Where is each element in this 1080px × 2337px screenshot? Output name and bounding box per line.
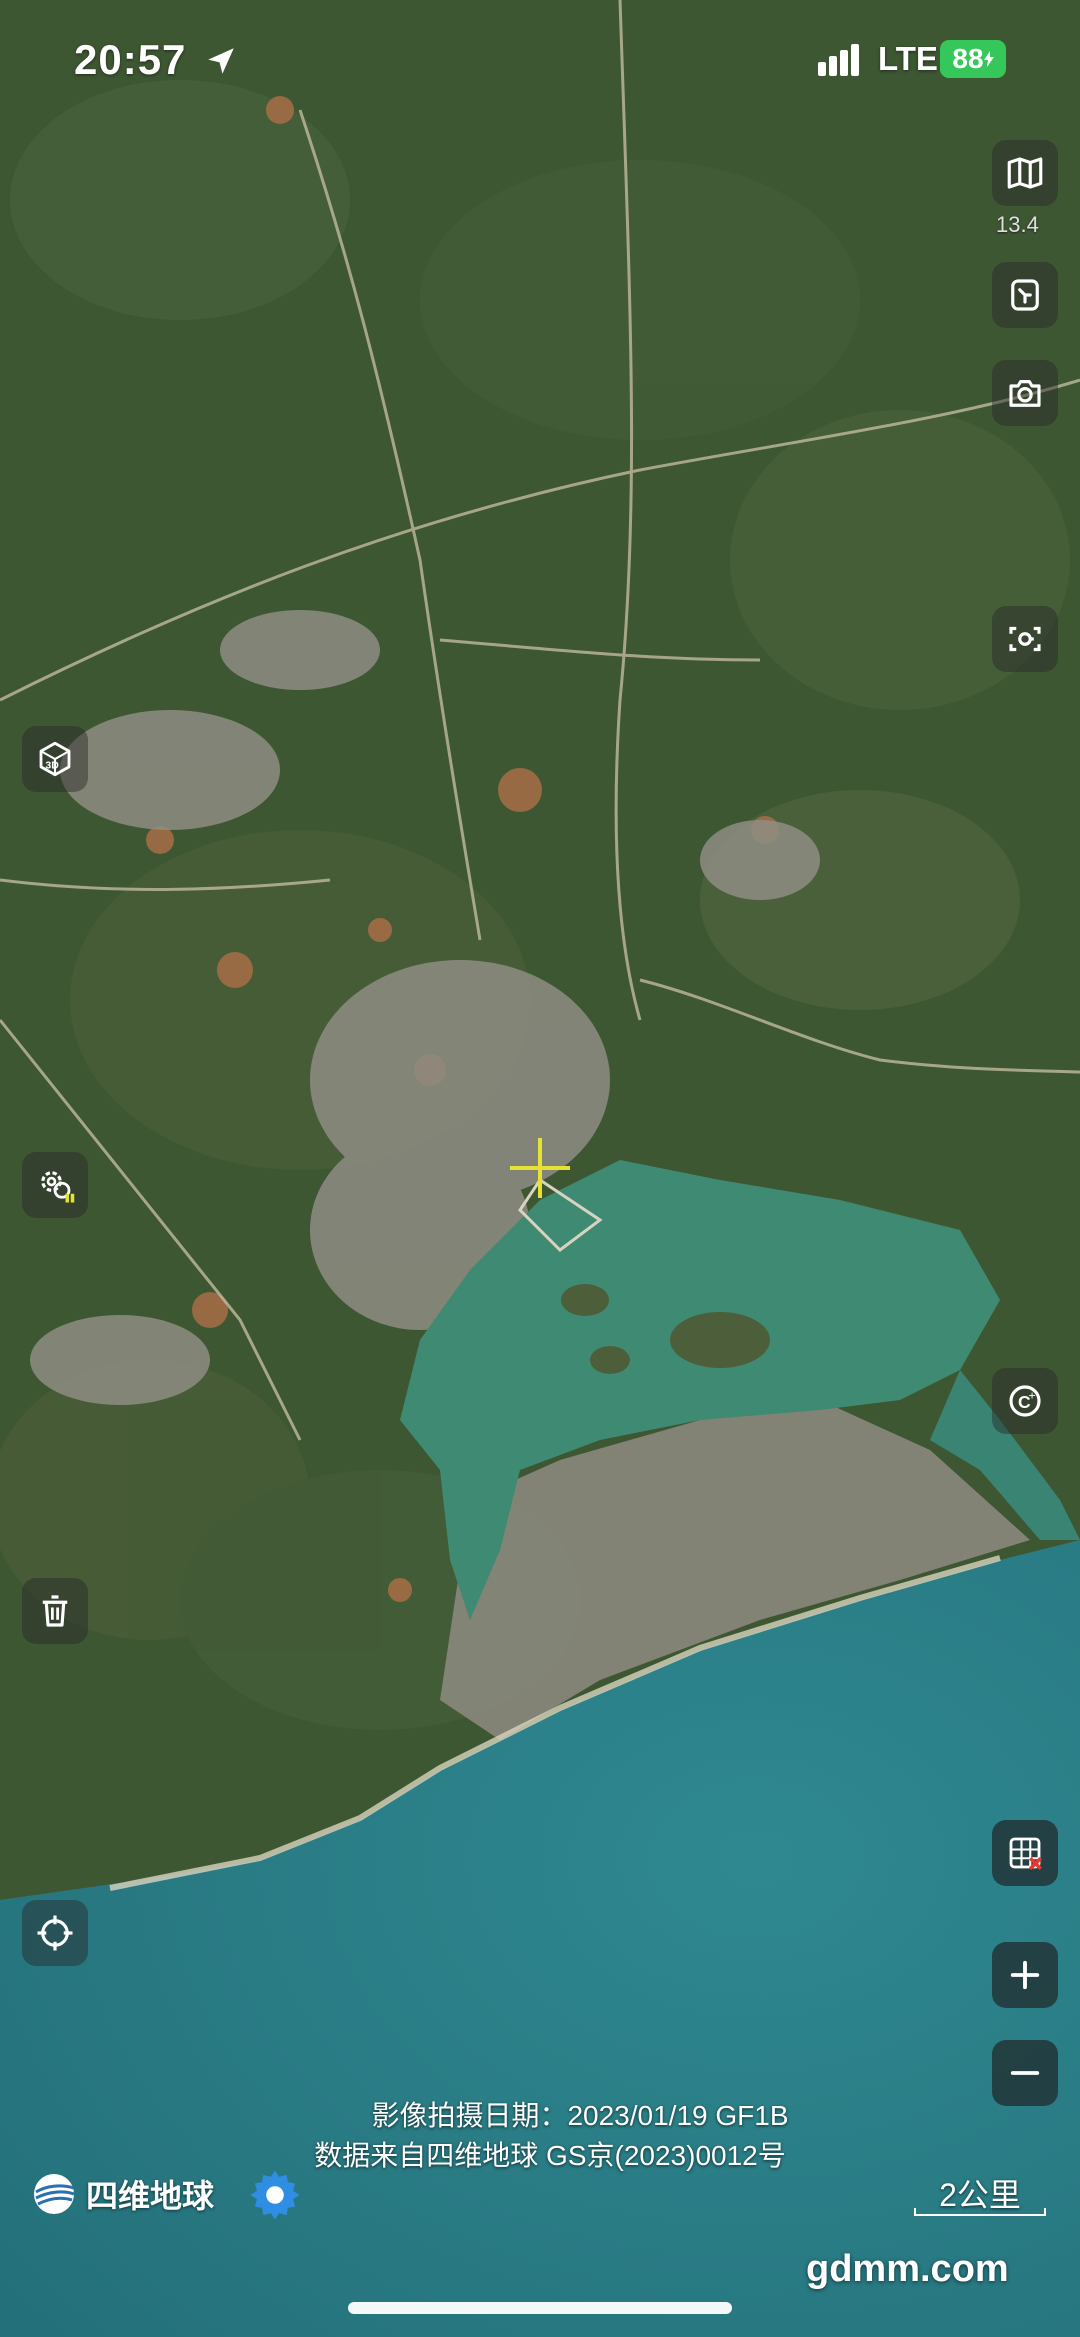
- delete-button[interactable]: [22, 1578, 88, 1644]
- charging-icon: [983, 51, 994, 67]
- coordinate-button[interactable]: C +: [992, 1368, 1058, 1434]
- 3d-view-button[interactable]: 3D: [22, 726, 88, 792]
- coordinate-icon: C +: [1009, 1385, 1041, 1417]
- earth-logo-icon: [34, 2174, 75, 2214]
- brand-name: 四维地球: [86, 2178, 215, 2214]
- watermark: gdmm.com: [806, 2248, 1009, 2290]
- zoom-level: 13.4: [996, 212, 1039, 237]
- no-grid-icon: [1009, 1837, 1042, 1870]
- svg-text:+: +: [1029, 1388, 1036, 1402]
- scale-bar: 2公里: [910, 2170, 1050, 2220]
- camera-button[interactable]: [992, 360, 1058, 426]
- brand: 四维地球: [30, 2170, 214, 2218]
- battery-indicator: 88: [940, 40, 1006, 78]
- trash-icon: [42, 1595, 68, 1627]
- status-time: 20:57: [74, 36, 187, 83]
- layer-settings-button[interactable]: [22, 1152, 88, 1218]
- screenshot-button[interactable]: [992, 606, 1058, 672]
- svg-text:3D: 3D: [45, 760, 59, 772]
- screenshot-icon: [1009, 626, 1041, 652]
- locate-icon: [37, 1915, 73, 1951]
- map-screen[interactable]: 20:57 LTE 88 13.4 C + 3D 影像拍摄日期：2023/01/…: [0, 0, 1080, 2337]
- camera-icon: [1009, 380, 1041, 407]
- zoom-in-button[interactable]: [992, 1942, 1058, 2008]
- settings-gear-icon[interactable]: [244, 2164, 306, 2226]
- imagery-date: 影像拍摄日期：2023/01/19 GF1B: [371, 2100, 789, 2131]
- location-arrow-icon: [208, 48, 234, 74]
- zoom-in-icon: [1010, 1960, 1040, 1990]
- bookmark-button[interactable]: [992, 262, 1058, 328]
- network-type: LTE: [878, 40, 938, 77]
- bookmark-icon: [1011, 279, 1039, 311]
- status-bar: 20:57 LTE 88: [0, 0, 1080, 120]
- data-source: 数据来自四维地球 GS京(2023)0012号: [314, 2140, 786, 2171]
- crosshair-icon: [510, 1138, 570, 1198]
- home-indicator[interactable]: [348, 2302, 732, 2314]
- map-layers-icon: [1007, 157, 1043, 189]
- signal-strength-icon: [818, 44, 859, 76]
- zoom-out-icon: [1010, 2071, 1040, 2075]
- locate-button[interactable]: [22, 1900, 88, 1966]
- battery-level: 88: [952, 43, 984, 74]
- 3d-icon: 3D: [39, 741, 71, 777]
- map-type-button[interactable]: [992, 140, 1058, 206]
- grid-toggle-button[interactable]: [992, 1820, 1058, 1886]
- gear-layers-icon: [41, 1171, 75, 1203]
- scale-line: [914, 2208, 1046, 2216]
